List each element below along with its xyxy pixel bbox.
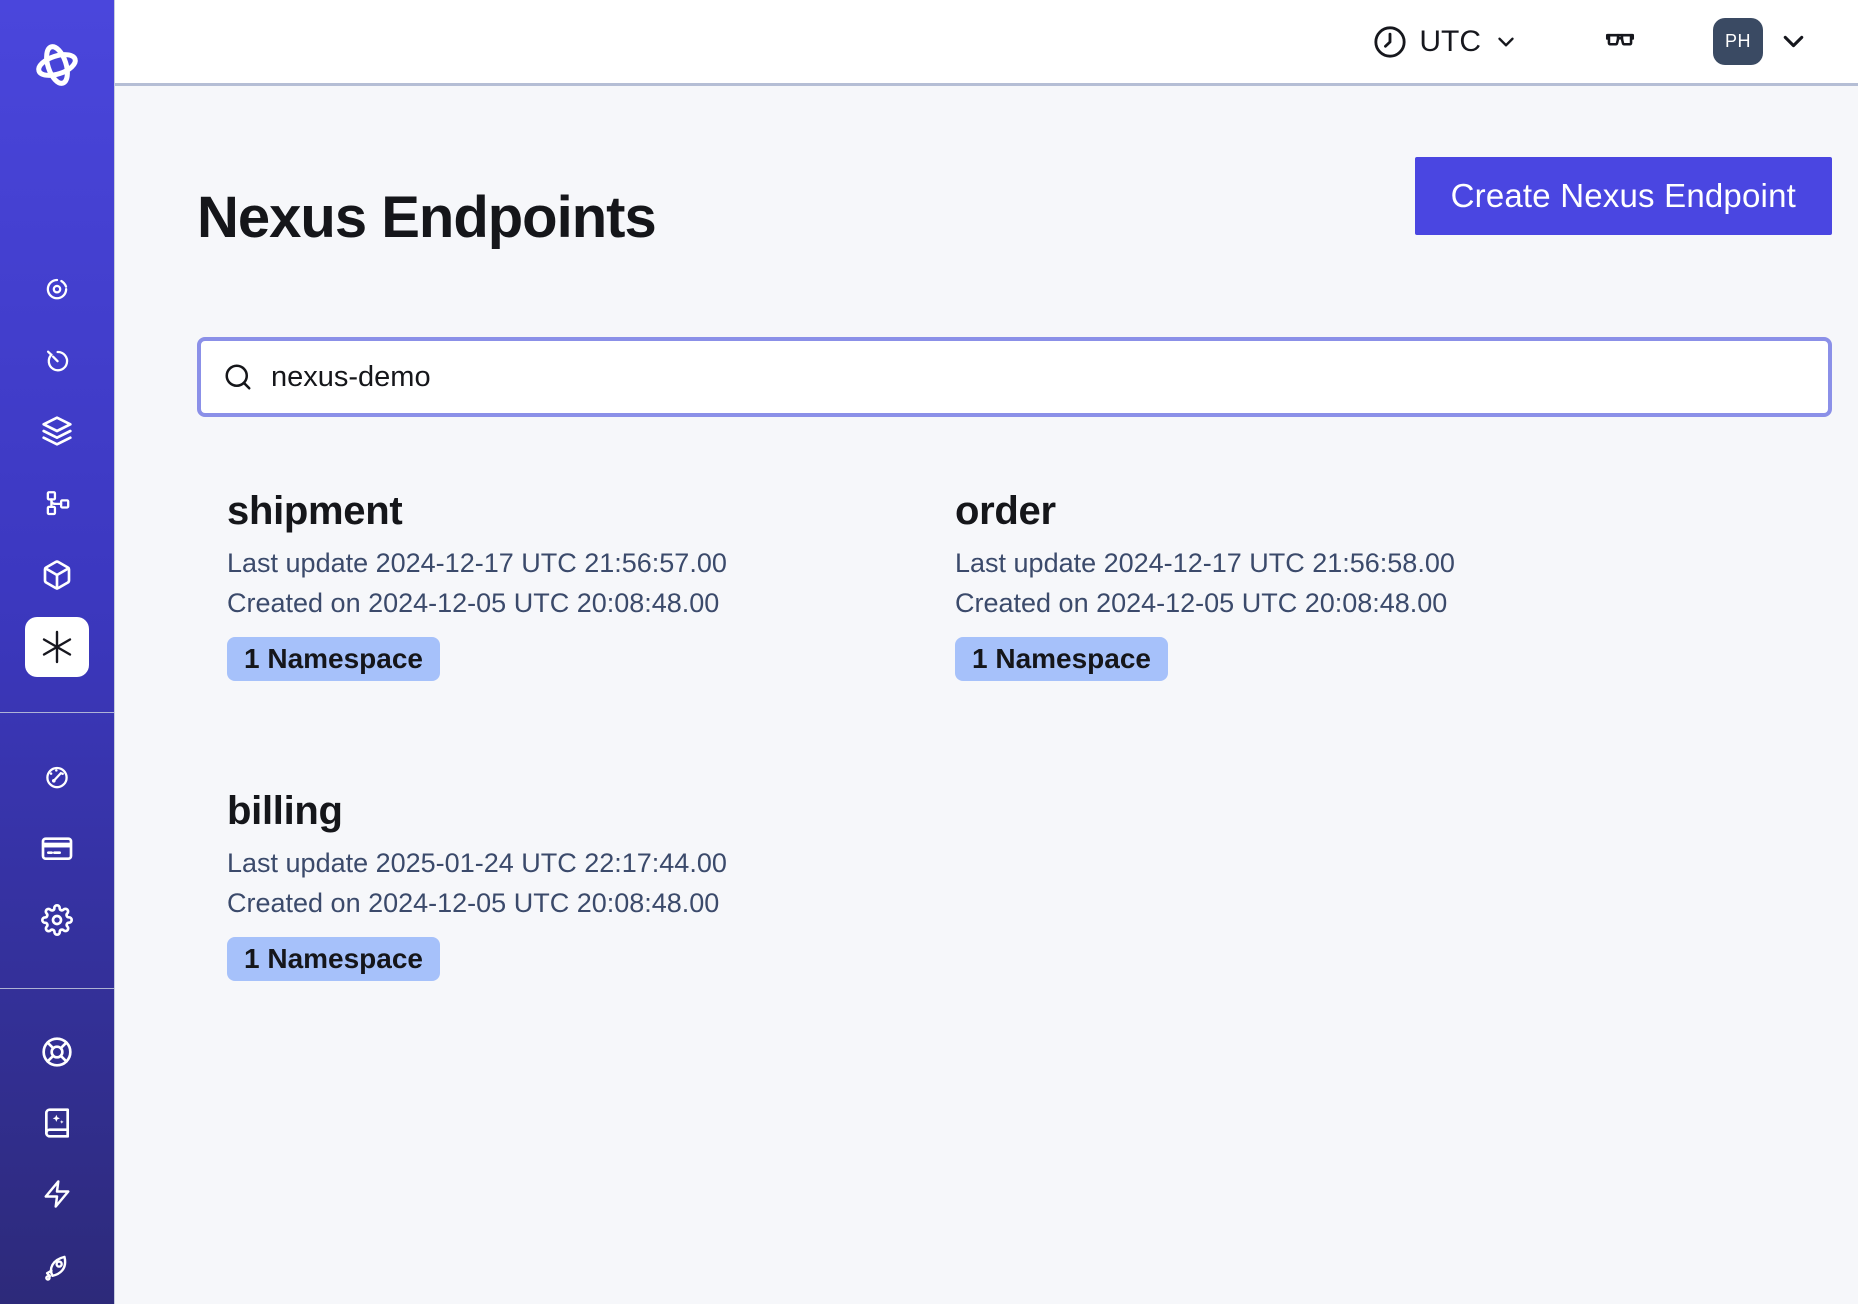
page-header: Nexus Endpoints Create Nexus Endpoint — [197, 157, 1832, 249]
settings-gear-icon — [41, 904, 73, 936]
schedules-icon — [41, 344, 73, 376]
search-input[interactable] — [271, 361, 1806, 394]
workflows-icon — [41, 272, 73, 304]
batch-operations-icon — [41, 487, 73, 519]
clock-icon — [1373, 25, 1407, 59]
rocket-icon — [41, 1251, 73, 1283]
timezone-label: UTC — [1419, 25, 1481, 59]
sidebar-item-getting-started[interactable] — [33, 1243, 81, 1291]
sidebar-item-settings[interactable] — [33, 896, 81, 944]
glasses-icon — [1603, 25, 1637, 59]
nexus-icon — [39, 629, 75, 665]
endpoint-last-update: Last update 2024-12-17 UTC 21:56:57.00 — [227, 543, 925, 583]
sidebar — [0, 0, 115, 1304]
support-life-buoy-icon — [41, 1036, 73, 1068]
sidebar-item-workflows[interactable] — [33, 264, 81, 312]
temporal-logo-icon[interactable] — [29, 39, 85, 91]
page-title: Nexus Endpoints — [197, 187, 656, 249]
deployments-icon — [41, 559, 73, 591]
search-icon — [223, 362, 253, 392]
endpoint-created-on: Created on 2024-12-05 UTC 20:08:48.00 — [955, 583, 1653, 623]
sidebar-item-docs[interactable] — [33, 1099, 81, 1147]
sidebar-item-nexus[interactable] — [25, 617, 89, 677]
main-content: Nexus Endpoints Create Nexus Endpoint sh… — [115, 86, 1858, 1304]
endpoint-name: order — [955, 487, 1653, 535]
endpoint-list: shipment Last update 2024-12-17 UTC 21:5… — [197, 487, 1832, 981]
endpoint-card-shipment[interactable]: shipment Last update 2024-12-17 UTC 21:5… — [197, 487, 925, 681]
namespace-count-badge: 1 Namespace — [227, 637, 440, 681]
sidebar-divider — [0, 988, 114, 989]
endpoint-created-on: Created on 2024-12-05 UTC 20:08:48.00 — [227, 883, 925, 923]
sidebar-item-billing[interactable] — [33, 824, 81, 872]
labs-mode-toggle[interactable] — [1603, 25, 1637, 59]
avatar-initials: PH — [1725, 31, 1751, 52]
avatar[interactable]: PH — [1713, 18, 1763, 65]
usage-icon — [41, 761, 73, 793]
lightning-bolt-icon — [42, 1179, 72, 1209]
endpoint-name: billing — [227, 787, 925, 835]
endpoint-last-update: Last update 2025-01-24 UTC 22:17:44.00 — [227, 843, 925, 883]
namespaces-icon — [41, 415, 73, 447]
chevron-down-icon — [1777, 25, 1810, 58]
timezone-selector[interactable]: UTC — [1373, 25, 1519, 59]
endpoint-card-billing[interactable]: billing Last update 2025-01-24 UTC 22:17… — [197, 787, 925, 981]
chevron-down-icon — [1493, 29, 1519, 55]
sidebar-item-namespaces[interactable] — [33, 407, 81, 455]
sidebar-item-feedback[interactable] — [33, 1170, 81, 1218]
billing-credit-card-icon — [41, 832, 73, 864]
sidebar-item-support[interactable] — [33, 1028, 81, 1076]
endpoint-created-on: Created on 2024-12-05 UTC 20:08:48.00 — [227, 583, 925, 623]
top-bar: UTC PH — [115, 0, 1858, 86]
namespace-count-badge: 1 Namespace — [955, 637, 1168, 681]
sidebar-item-batch-operations[interactable] — [33, 479, 81, 527]
sidebar-item-deployments[interactable] — [33, 551, 81, 599]
sidebar-item-usage[interactable] — [33, 753, 81, 801]
create-nexus-endpoint-button[interactable]: Create Nexus Endpoint — [1415, 157, 1832, 235]
sidebar-divider — [0, 712, 114, 713]
account-menu-button[interactable] — [1777, 25, 1810, 58]
endpoint-name: shipment — [227, 487, 925, 535]
endpoint-last-update: Last update 2024-12-17 UTC 21:56:58.00 — [955, 543, 1653, 583]
endpoint-card-order[interactable]: order Last update 2024-12-17 UTC 21:56:5… — [925, 487, 1653, 681]
namespace-count-badge: 1 Namespace — [227, 937, 440, 981]
sidebar-item-schedules[interactable] — [33, 336, 81, 384]
docs-book-icon — [41, 1107, 73, 1139]
search-bar — [197, 337, 1832, 417]
